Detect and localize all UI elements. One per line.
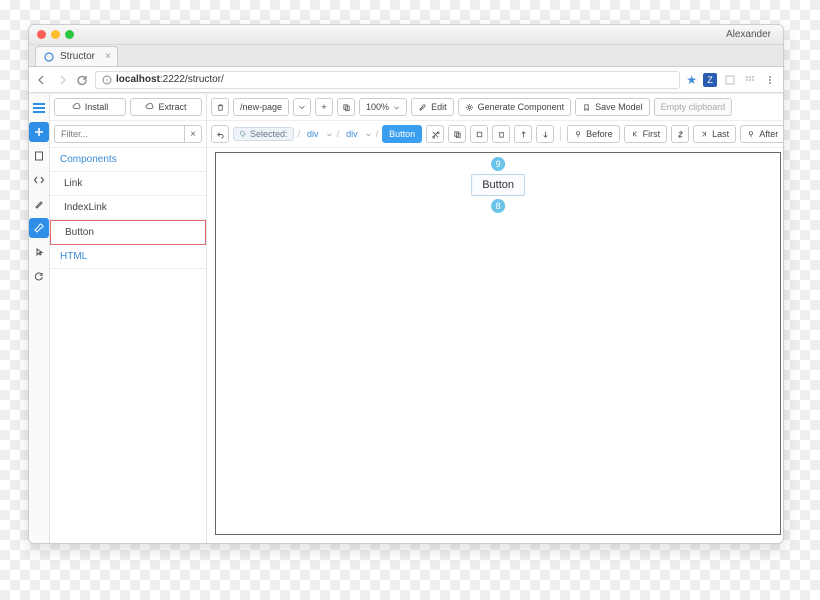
bookmark-star-icon[interactable]: ★ [686,73,697,87]
insert-first-button[interactable]: First [624,125,668,143]
selected-chip: Selected: [233,127,294,141]
cut-icon[interactable] [426,125,444,143]
rail-wrench-icon[interactable] [29,218,49,238]
move-up-icon[interactable] [514,125,532,143]
url-input[interactable]: i localhost:2222/structor/ [95,71,680,89]
insert-after-button[interactable]: After [740,125,784,143]
selection-toolbar: Selected: / div / div / Button Before Fi… [207,121,784,148]
tree-item-indexlink[interactable]: IndexLink [50,196,206,220]
page-dropdown-icon[interactable] [293,98,311,116]
delete-icon[interactable] [492,125,510,143]
connection-top-icon[interactable]: 9 [491,157,505,171]
breadcrumb-button-chip[interactable]: Button [382,125,422,143]
canvas-button-node[interactable]: Button [471,174,525,196]
browser-tabstrip: Structor × [29,45,783,67]
copy-icon[interactable] [448,125,466,143]
generate-button[interactable]: Generate Component [458,98,572,116]
sidebar: Install Extract × Components Link IndexL… [50,94,207,543]
extract-button[interactable]: Extract [130,98,202,116]
clear-filter-icon[interactable]: × [184,125,202,143]
url-host: localhost [116,74,160,85]
gear-icon [465,103,474,112]
profile-name: Alexander [726,29,775,40]
tree-item-button[interactable]: Button [50,220,206,245]
pin-icon [747,130,755,138]
back-icon[interactable] [35,73,49,87]
rail-refresh-icon[interactable] [29,266,49,286]
cloud-upload-icon [145,103,154,112]
install-button[interactable]: Install [54,98,126,116]
rail-menu-icon[interactable] [29,98,49,118]
forward-icon [55,73,69,87]
tag-icon [239,130,247,138]
edit-button[interactable]: Edit [411,98,454,116]
app-root: Install Extract × Components Link IndexL… [29,93,783,543]
editor-main: /new-page + 100% Edit Generate Component… [207,94,784,543]
zoom-button[interactable]: 100% [359,98,407,116]
left-rail [29,94,50,543]
add-page-icon[interactable]: + [315,98,333,116]
url-port: :2222 [160,74,185,85]
filter-input[interactable] [54,125,184,143]
rail-pointer-icon[interactable] [29,242,49,262]
browser-window: Alexander Structor × i localhost:2222/st… [28,24,784,544]
tree-group-html[interactable]: HTML [50,245,206,269]
delete-page-icon[interactable] [211,98,229,116]
minimize-window-icon[interactable] [51,30,60,39]
rail-book-icon[interactable] [29,146,49,166]
info-icon: i [102,75,112,85]
swap-icon[interactable] [671,125,689,143]
tab-title: Structor [60,51,95,62]
connection-bottom-icon[interactable]: 8 [491,199,505,213]
bookmark-icon [582,103,591,112]
page-path-button[interactable]: /new-page [233,98,289,116]
browser-menu-icon[interactable] [763,73,777,87]
pin-icon [574,130,582,138]
rail-code-icon[interactable] [29,170,49,190]
move-down-icon[interactable] [536,125,554,143]
tree-item-link[interactable]: Link [50,172,206,196]
wrench-icon [418,103,427,112]
step-first-icon [631,130,639,138]
canvas[interactable]: 9 Button 8 [215,152,781,535]
rail-add-icon[interactable] [29,122,49,142]
page-toolbar: /new-page + 100% Edit Generate Component… [207,94,784,121]
breadcrumb-div-2[interactable]: div [343,129,361,139]
insert-before-button[interactable]: Before [567,125,620,143]
browser-tab[interactable]: Structor × [35,46,118,66]
copy-page-icon[interactable] [337,98,355,116]
address-bar: i localhost:2222/structor/ ★ Z [29,67,783,93]
tree-group-components[interactable]: Components [50,148,206,172]
mac-titlebar: Alexander [29,25,783,45]
extension-icon[interactable] [723,73,737,87]
chevron-down-icon[interactable] [326,131,333,138]
close-window-icon[interactable] [37,30,46,39]
url-path: /structor/ [185,74,224,85]
step-last-icon [700,130,708,138]
clipboard-label: Empty clipboard [654,98,733,116]
chevron-down-icon[interactable] [365,131,372,138]
save-button[interactable]: Save Model [575,98,650,116]
breadcrumb-div-1[interactable]: div [304,129,322,139]
duplicate-icon[interactable] [470,125,488,143]
cloud-download-icon [72,103,81,112]
tab-favicon [44,52,54,62]
insert-last-button[interactable]: Last [693,125,736,143]
zoom-window-icon[interactable] [65,30,74,39]
svg-text:i: i [106,78,107,84]
extension-icon-2[interactable] [743,73,757,87]
extension-z-icon[interactable]: Z [703,73,717,87]
close-tab-icon[interactable]: × [105,51,111,62]
rail-brush-icon[interactable] [29,194,49,214]
reload-icon[interactable] [75,73,89,87]
undo-icon[interactable] [211,125,229,143]
canvas-selection: 9 Button 8 [471,157,525,213]
